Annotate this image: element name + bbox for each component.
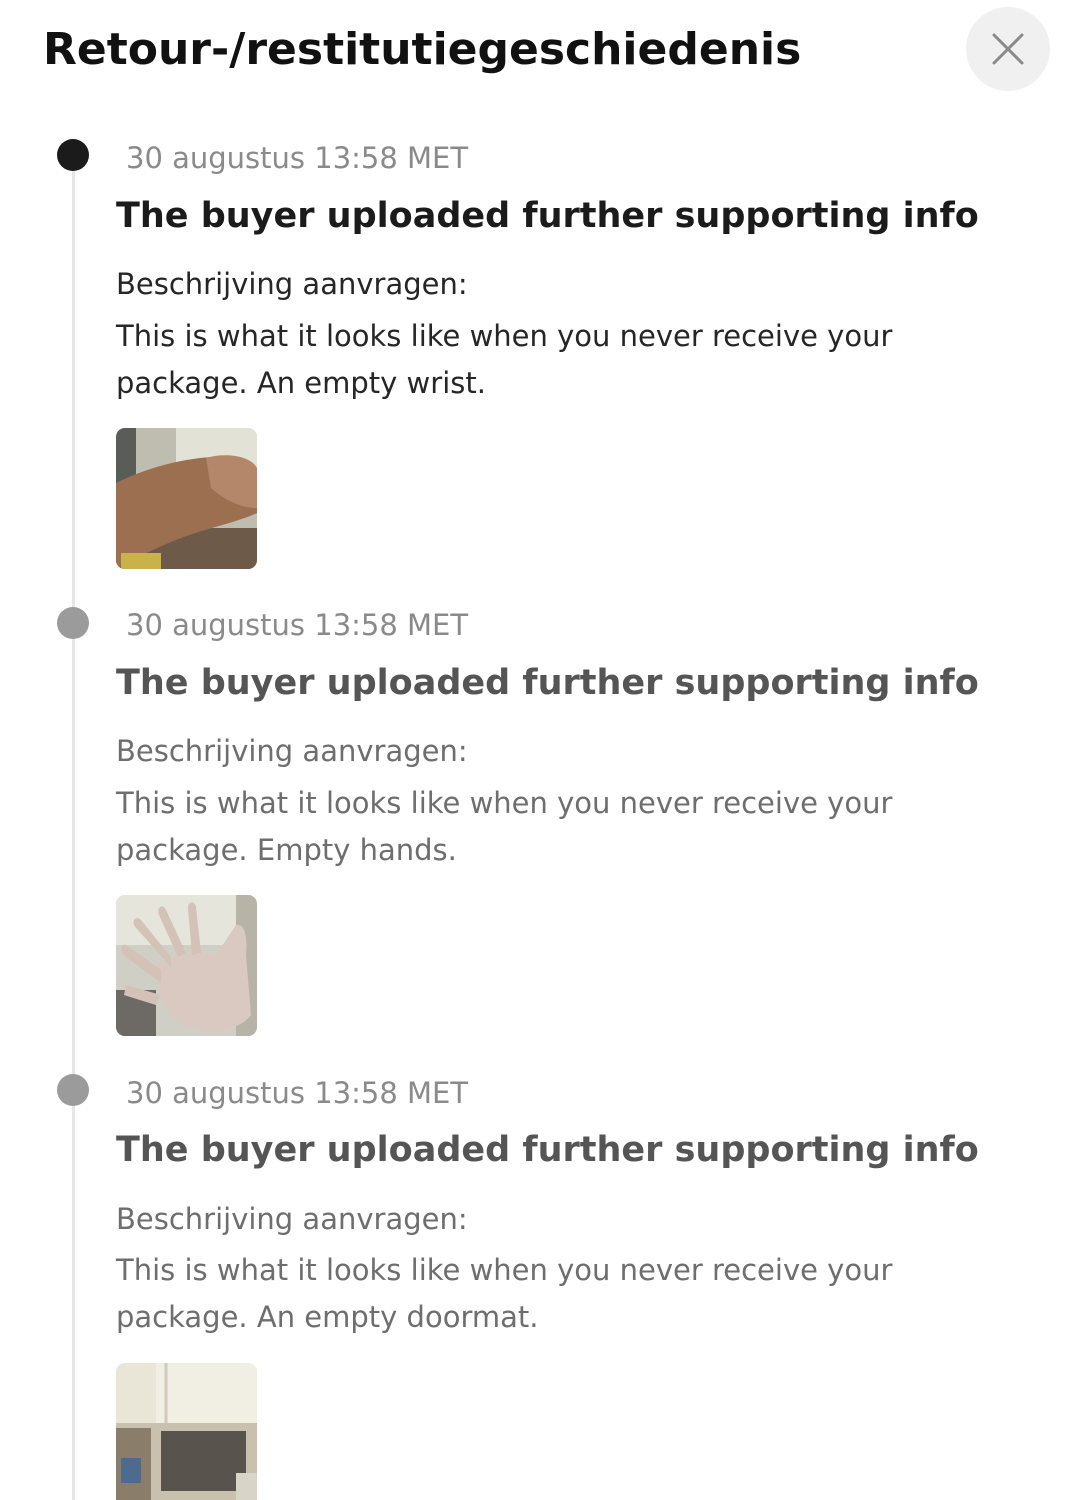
entry-title: The buyer uploaded further supporting in… (116, 663, 979, 703)
entry-timestamp: 30 augustus 13:58 MET (126, 1076, 469, 1110)
entry-description-label: Beschrijving aanvragen: (116, 1202, 468, 1236)
wrist-photo-thumbnail[interactable] (116, 428, 257, 569)
entry-timestamp: 30 augustus 13:58 MET (126, 608, 469, 642)
timeline-dot-active (57, 139, 89, 171)
close-button[interactable] (966, 7, 1050, 91)
entry-description: This is what it looks like when you neve… (116, 1253, 893, 1334)
entry-description-label: Beschrijving aanvragen: (116, 267, 468, 301)
entry-description: This is what it looks like when you neve… (116, 319, 893, 400)
entry-title: The buyer uploaded further supporting in… (116, 1130, 979, 1170)
timeline-dot (57, 1074, 89, 1106)
timeline-dot (57, 607, 89, 639)
hand-photo-thumbnail[interactable] (116, 895, 257, 1036)
entry-description: This is what it looks like when you neve… (116, 786, 893, 867)
entry-timestamp: 30 augustus 13:58 MET (126, 141, 469, 175)
timeline-line (72, 160, 75, 1500)
entry-description-label: Beschrijving aanvragen: (116, 734, 468, 768)
entry-title: The buyer uploaded further supporting in… (116, 196, 979, 236)
page-title: Retour-/restitutiegeschiedenis (43, 24, 802, 75)
doormat-photo-thumbnail[interactable] (116, 1363, 257, 1500)
